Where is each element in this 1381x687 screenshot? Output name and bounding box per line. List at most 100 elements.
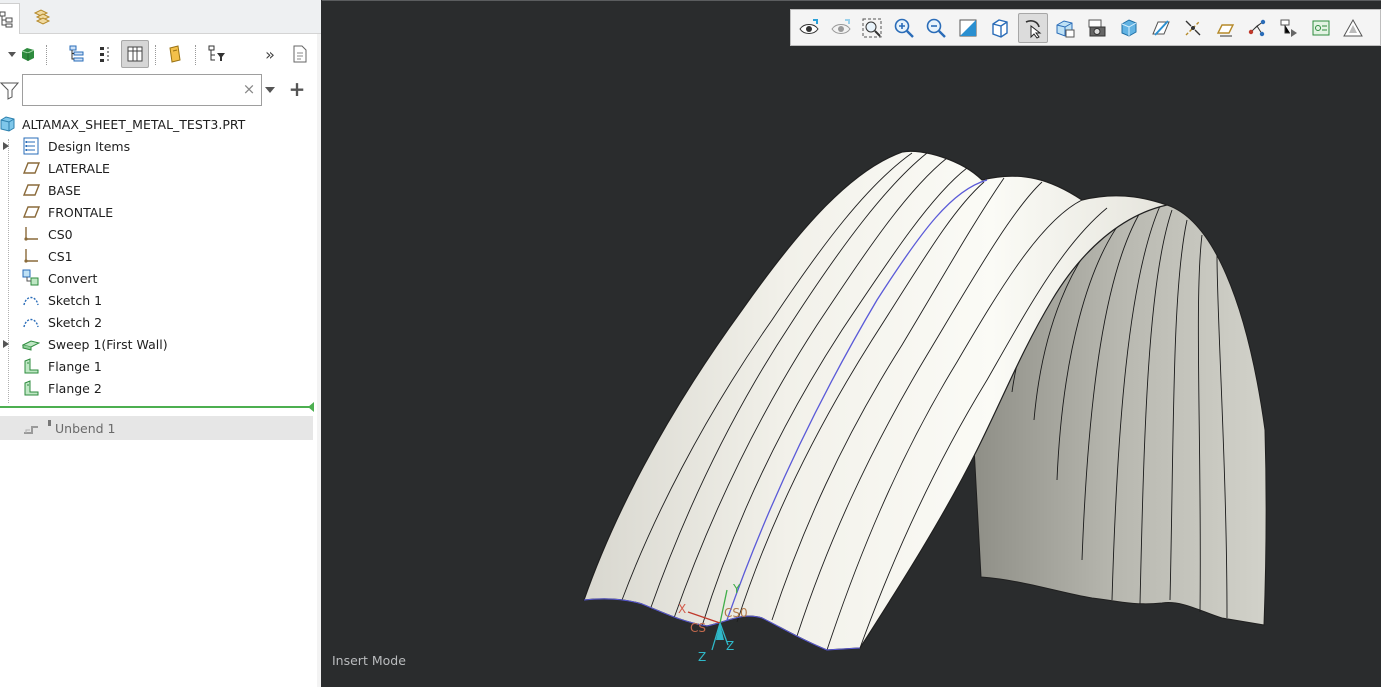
view-manager-button[interactable]	[1050, 13, 1080, 43]
plane-tag-display-button[interactable]	[1210, 13, 1240, 43]
tree-item-label: CS0	[48, 227, 73, 242]
spin-center-icon	[1025, 20, 1042, 39]
search-input[interactable]	[22, 74, 262, 106]
eye-disabled-icon	[831, 19, 851, 34]
part-icon	[0, 116, 15, 132]
tree-item-label: Sketch 2	[48, 315, 103, 330]
repaint-icon	[959, 19, 977, 37]
tree-item-label: Flange 1	[48, 359, 102, 374]
tree-root-label: ALTAMAX_SHEET_METAL_TEST3.PRT	[22, 117, 246, 132]
design-items-icon	[23, 137, 39, 155]
cube-view-icon	[992, 19, 1008, 38]
tree-settings-button[interactable]	[62, 40, 90, 68]
refit-button[interactable]	[794, 13, 824, 43]
tree-item-label: LATERALE	[48, 161, 110, 176]
sheet-metal-model[interactable]	[322, 0, 1381, 687]
tree-item-label: Sketch 1	[48, 293, 103, 308]
tree-item-label: Unbend 1	[55, 421, 116, 436]
camera-icon	[1088, 19, 1106, 37]
tree-item-cs1[interactable]: CS1	[0, 245, 313, 267]
search-options-dropdown[interactable]	[264, 84, 278, 96]
shaded-cube-icon	[1121, 19, 1137, 37]
more-tools-button[interactable]: »	[256, 40, 284, 68]
graphics-viewport[interactable]: X Y CS CS0 Z Z Insert Mode	[322, 0, 1381, 687]
tree-filters-button[interactable]	[92, 40, 120, 68]
table-icon	[127, 46, 143, 62]
flange-icon	[24, 358, 39, 374]
csys-icon	[24, 249, 38, 263]
tree-item-laterale[interactable]: LATERALE	[0, 157, 313, 179]
expand-arrow-icon[interactable]	[2, 339, 10, 349]
tab-model-tree[interactable]	[0, 3, 20, 34]
annotation-button[interactable]	[161, 40, 189, 68]
tree-item-design-items[interactable]: Design Items	[0, 135, 313, 157]
tree-item-sweep-1-first-wall[interactable]: Sweep 1(First Wall)	[0, 333, 313, 355]
annotation-display-button[interactable]	[1306, 13, 1336, 43]
tree-columns-icon	[100, 47, 109, 62]
datum-planes-display-button[interactable]	[1146, 13, 1176, 43]
filter-icon	[0, 82, 20, 100]
csys-z2-label: Z	[726, 639, 735, 653]
tree-columns-button[interactable]	[121, 40, 149, 68]
tree-item-sketch-2[interactable]: Sketch 2	[0, 311, 313, 333]
zoom-in-button[interactable]	[889, 13, 919, 43]
perspective-button[interactable]	[1082, 13, 1112, 43]
points-icon	[1248, 19, 1266, 37]
saved-orientations-button[interactable]	[985, 13, 1015, 43]
cube-icon	[21, 48, 35, 61]
details-button[interactable]	[286, 40, 314, 68]
document-icon	[293, 45, 307, 63]
tree-item-cs0[interactable]: CS0	[0, 223, 313, 245]
plane-tag-icon	[1216, 24, 1235, 37]
shading-button[interactable]	[1114, 13, 1144, 43]
panel-scrollbar[interactable]	[317, 34, 321, 687]
search-row: × +	[0, 72, 321, 108]
view-toolbar	[790, 9, 1381, 46]
tree-item-label: CS1	[48, 249, 73, 264]
csys-icon	[24, 227, 38, 241]
tree-item-label: BASE	[48, 183, 81, 198]
plane-display-icon	[1152, 20, 1170, 36]
clear-search-button[interactable]: ×	[242, 82, 256, 97]
zoom-fit-icon	[862, 18, 882, 38]
tree-item-label: Flange 2	[48, 381, 102, 396]
model-tree-icon	[0, 11, 13, 28]
tree-item-frontale[interactable]: FRONTALE	[0, 201, 313, 223]
note-icon	[169, 45, 181, 63]
view-manager-icon	[1056, 20, 1075, 38]
insert-indicator[interactable]	[0, 406, 313, 408]
flange-icon	[24, 380, 39, 396]
sketch-icon	[23, 296, 39, 306]
toolbar-separator	[46, 45, 47, 65]
tree-item-label: Convert	[48, 271, 98, 286]
status-text: Insert Mode	[332, 653, 406, 668]
triangle-warning-icon	[1343, 18, 1363, 37]
tree-item-unbend-1[interactable]: Unbend 1	[0, 416, 313, 440]
datum-axes-display-button[interactable]	[1178, 13, 1208, 43]
zoom-out-button[interactable]	[921, 13, 951, 43]
tree-item-base[interactable]: BASE	[0, 179, 313, 201]
show-part-button[interactable]	[14, 40, 42, 68]
tree-item-flange-1[interactable]: Flange 1	[0, 355, 313, 377]
tab-layers[interactable]	[28, 3, 56, 31]
filter-tree-icon	[208, 45, 225, 61]
eye-icon	[799, 19, 819, 34]
saved-views-button[interactable]	[826, 13, 856, 43]
panel-tabs	[0, 0, 321, 34]
render-options-button[interactable]	[1338, 13, 1368, 43]
tree-item-label: Sweep 1(First Wall)	[48, 337, 168, 352]
add-column-button[interactable]: +	[287, 79, 307, 100]
tree-filter-button[interactable]	[203, 40, 231, 68]
model-tree-panel: » × + ALTAMAX_SHEET_METAL_TEST3.PRT Desi…	[0, 0, 321, 687]
layers-icon	[33, 9, 51, 25]
display-style-button[interactable]	[1018, 13, 1048, 43]
tree-item-convert[interactable]: Convert	[0, 267, 313, 289]
tree-item-sketch-1[interactable]: Sketch 1	[0, 289, 313, 311]
tree-item-flange-2[interactable]: Flange 2	[0, 377, 313, 399]
csys-display-button[interactable]	[1274, 13, 1304, 43]
annotation-display-icon	[1312, 20, 1330, 36]
expand-arrow-icon[interactable]	[2, 141, 10, 151]
zoom-fit-button[interactable]	[857, 13, 887, 43]
repaint-button[interactable]	[953, 13, 983, 43]
point-display-button[interactable]	[1242, 13, 1272, 43]
